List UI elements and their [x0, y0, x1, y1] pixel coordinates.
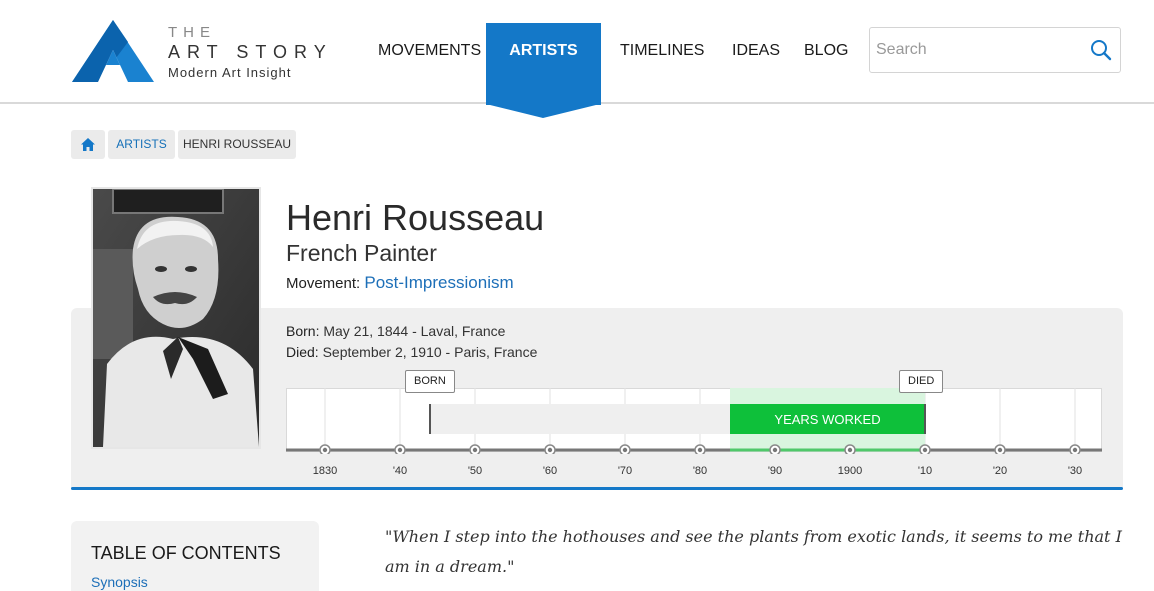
movement-label: Movement:	[286, 275, 361, 292]
timeline-tick-label: '20	[992, 465, 1008, 477]
timeline-tick-center	[772, 447, 778, 453]
timeline-tick-center	[697, 447, 703, 453]
search-input[interactable]	[876, 36, 1076, 64]
born-value: May 21, 1844 - Laval, France	[323, 323, 506, 339]
search-box	[869, 27, 1121, 73]
timeline-tick-center	[922, 447, 928, 453]
life-timeline: YEARS WORKED	[286, 388, 1102, 454]
artist-portrait	[91, 187, 261, 449]
timeline-tick-label: '90	[767, 465, 783, 477]
search-icon[interactable]	[1090, 39, 1112, 61]
artist-role: French Painter	[286, 240, 437, 266]
timeline-tick-label: '70	[617, 465, 633, 477]
nav-blog[interactable]: BLOG	[804, 42, 848, 60]
timeline-chart: YEARS WORKED	[286, 388, 1102, 454]
toc-link-synopsis[interactable]: Synopsis	[91, 574, 148, 590]
timeline-tick-center	[547, 447, 553, 453]
nav-ideas[interactable]: IDEAS	[732, 42, 780, 60]
logo-name: ART STORY	[168, 42, 333, 62]
movement-link[interactable]: Post-Impressionism	[364, 273, 513, 292]
nav-timelines[interactable]: TIMELINES	[620, 42, 704, 60]
born-line: Born: May 21, 1844 - Laval, France	[286, 323, 505, 339]
breadcrumb-artists[interactable]: ARTISTS	[108, 130, 175, 159]
nav-artists[interactable]: ARTISTS	[486, 42, 601, 60]
born-flag: BORN	[405, 370, 455, 393]
died-flag: DIED	[899, 370, 944, 393]
site-logo[interactable]: THE ART STORY Modern Art Insight	[72, 20, 352, 84]
died-line: Died: September 2, 1910 - Paris, France	[286, 344, 537, 360]
logo-the: THE	[168, 24, 216, 41]
timeline-tick-center	[472, 447, 478, 453]
home-icon	[81, 138, 95, 151]
timeline-tick-label: '30	[1067, 465, 1083, 477]
nav-movements[interactable]: MOVEMENTS	[378, 42, 481, 60]
timeline-tick-label: '40	[392, 465, 408, 477]
timeline-tick-label: '10	[917, 465, 933, 477]
years-worked-label: YEARS WORKED	[774, 412, 880, 427]
table-of-contents: TABLE OF CONTENTS Synopsis	[71, 521, 319, 591]
timeline-tick-label: '60	[542, 465, 558, 477]
died-label: Died:	[286, 344, 319, 360]
timeline-tick-label: 1900	[837, 465, 863, 477]
nav-active-tab-pointer	[486, 104, 600, 118]
artist-movement: Movement: Post-Impressionism	[286, 273, 514, 293]
artist-name: Henri Rousseau	[286, 197, 545, 238]
timeline-tick-center	[997, 447, 1003, 453]
toc-title: TABLE OF CONTENTS	[91, 543, 281, 563]
panel-accent-line	[71, 487, 1123, 490]
timeline-tick-center	[1072, 447, 1078, 453]
timeline-tick-center	[322, 447, 328, 453]
timeline-tick-center	[847, 447, 853, 453]
timeline-tick-center	[397, 447, 403, 453]
timeline-tick-label: '80	[692, 465, 708, 477]
timeline-tick-label: '50	[467, 465, 483, 477]
born-label: Born:	[286, 323, 320, 339]
breadcrumb-current: HENRI ROUSSEAU	[178, 130, 296, 159]
breadcrumb-home[interactable]	[71, 130, 105, 159]
artist-quote: "When I step into the hothouses and see …	[385, 527, 1122, 576]
died-value: September 2, 1910 - Paris, France	[322, 344, 538, 360]
nav-active-tab-bg	[486, 23, 601, 105]
logo-mark-icon	[72, 20, 154, 82]
logo-tagline: Modern Art Insight	[168, 65, 292, 80]
timeline-tick-center	[622, 447, 628, 453]
lifetime-bar	[430, 404, 730, 434]
timeline-tick-label: 1830	[312, 465, 338, 477]
site-header: THE ART STORY Modern Art Insight MOVEMEN…	[0, 0, 1154, 118]
